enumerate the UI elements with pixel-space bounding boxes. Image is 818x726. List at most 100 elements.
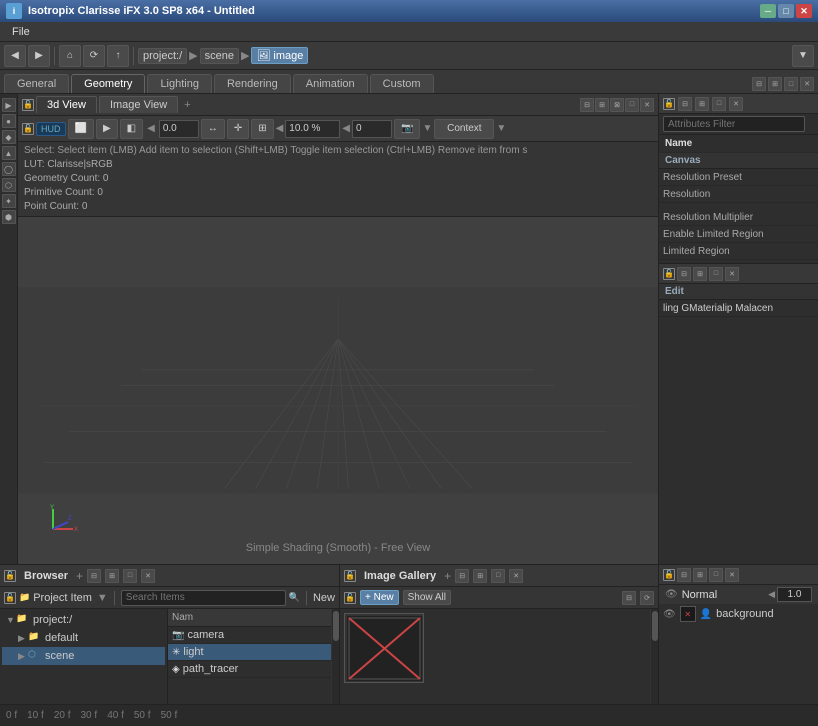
minimize-button[interactable]: ─: [760, 4, 776, 18]
panel-maximize[interactable]: □: [784, 77, 798, 91]
edit-icon-3[interactable]: □: [709, 267, 723, 281]
shading-btn[interactable]: ◧: [120, 119, 143, 139]
breadcrumb-project[interactable]: project:/: [138, 48, 187, 64]
search-input[interactable]: [121, 590, 286, 606]
attr-close[interactable]: ✕: [729, 97, 743, 111]
browser-maximize[interactable]: □: [123, 569, 137, 583]
cam-btn[interactable]: 📷: [394, 119, 420, 139]
nav-up-button[interactable]: ↑: [107, 45, 129, 67]
tab-lighting[interactable]: Lighting: [147, 74, 212, 93]
left-tool-6[interactable]: ⬡: [2, 178, 16, 192]
vp-split-3[interactable]: ⊠: [610, 98, 624, 112]
forward-button[interactable]: ▶: [28, 45, 50, 67]
rb-split-2[interactable]: ⊞: [693, 568, 707, 582]
breadcrumb-scene[interactable]: scene: [200, 48, 239, 64]
view-mode-btn[interactable]: ⬜: [68, 119, 94, 139]
attributes-filter[interactable]: [663, 116, 805, 132]
vp-split-2[interactable]: ⊞: [595, 98, 609, 112]
panel-split-h[interactable]: ⊟: [752, 77, 766, 91]
left-tool-5[interactable]: ◯: [2, 162, 16, 176]
gallery-toolbar-lock[interactable]: 🔓: [344, 592, 356, 604]
breadcrumb-image[interactable]: 🖼image: [251, 47, 308, 64]
tab-3d-view[interactable]: 3d View: [36, 96, 97, 113]
rb-split-1[interactable]: ⊟: [677, 568, 691, 582]
gallery-maximize[interactable]: □: [491, 569, 505, 583]
close-button[interactable]: ✕: [796, 4, 812, 18]
eye-icon[interactable]: 👁: [665, 589, 678, 600]
rb-close[interactable]: ✕: [725, 568, 739, 582]
3d-viewport[interactable]: X Y Z Simple Shading (Smooth) - Free Vie…: [18, 217, 658, 564]
left-tool-8[interactable]: ⬢: [2, 210, 16, 224]
tab-image-view[interactable]: Image View: [99, 96, 178, 113]
context-btn[interactable]: Context: [434, 119, 494, 139]
secondary-lock[interactable]: 🔓: [22, 123, 34, 135]
menu-file[interactable]: File: [4, 24, 38, 40]
attr-maximize[interactable]: □: [712, 97, 726, 111]
item-camera[interactable]: 📷 camera: [168, 627, 331, 644]
grid-btn[interactable]: ⊞: [251, 119, 273, 139]
viewport-add-tab[interactable]: +: [180, 99, 194, 111]
gallery-scroll-thumb[interactable]: [652, 611, 658, 641]
value2-input[interactable]: [285, 120, 340, 138]
vp-close[interactable]: ✕: [640, 98, 654, 112]
gallery-close[interactable]: ✕: [509, 569, 523, 583]
gallery-refresh[interactable]: ⟳: [640, 591, 654, 605]
normal-value-input[interactable]: [777, 587, 812, 602]
proj-dropdown-icon[interactable]: ▼: [97, 592, 108, 604]
tree-default[interactable]: ▶ 📁 default: [2, 629, 165, 647]
bg-eye-icon[interactable]: 👁: [663, 609, 676, 620]
attr-lock[interactable]: 🔓: [663, 98, 675, 110]
tree-project[interactable]: ▼ 📁 project:/: [2, 611, 165, 629]
panel-split-v[interactable]: ⊞: [768, 77, 782, 91]
tab-geometry[interactable]: Geometry: [71, 74, 145, 93]
dropdown-arrow[interactable]: ▼: [792, 45, 814, 67]
gallery-scrollbar[interactable]: [650, 609, 658, 704]
edit-icon-2[interactable]: ⊞: [693, 267, 707, 281]
browser-add[interactable]: +: [76, 569, 83, 583]
item-light[interactable]: ✳ light: [168, 644, 331, 661]
left-tool-7[interactable]: ✦: [2, 194, 16, 208]
left-tool-4[interactable]: ▲: [2, 146, 16, 160]
edit-icon-1[interactable]: ⊟: [677, 267, 691, 281]
attr-split-2[interactable]: ⊞: [695, 97, 709, 111]
back-button[interactable]: ◀: [4, 45, 26, 67]
rb-maximize[interactable]: □: [709, 568, 723, 582]
viewport-lock[interactable]: 🔓: [22, 99, 34, 111]
hud-badge[interactable]: HUD: [36, 122, 66, 136]
left-tool-2[interactable]: ●: [2, 114, 16, 128]
tab-animation[interactable]: Animation: [293, 74, 368, 93]
new-label[interactable]: New: [313, 592, 335, 604]
edit-lock[interactable]: 🔓: [663, 268, 675, 280]
gallery-add[interactable]: +: [444, 569, 451, 583]
value3-input[interactable]: [352, 120, 392, 138]
browser-scroll-thumb[interactable]: [333, 611, 339, 641]
gallery-split-2[interactable]: ⊞: [473, 569, 487, 583]
bg-row[interactable]: 👁 ✕ 👤 background: [659, 604, 818, 624]
gallery-lock[interactable]: 🔓: [344, 570, 356, 582]
proj-lock[interactable]: 🔓: [4, 592, 16, 604]
new-image-btn[interactable]: + New: [360, 590, 399, 605]
transform-btn[interactable]: ↔: [201, 119, 225, 139]
maximize-button[interactable]: □: [778, 4, 794, 18]
item-path-tracer[interactable]: ◈ path_tracer: [168, 661, 331, 678]
reload-button[interactable]: ⟳: [83, 45, 105, 67]
tab-custom[interactable]: Custom: [370, 74, 434, 93]
home-button[interactable]: ⌂: [59, 45, 81, 67]
vp-split-1[interactable]: ⊟: [580, 98, 594, 112]
tree-scene[interactable]: ▶ ⬡ scene: [2, 647, 165, 665]
gallery-item-1[interactable]: [344, 613, 424, 683]
snap-btn[interactable]: ✛: [227, 119, 249, 139]
value1-input[interactable]: [159, 120, 199, 138]
vp-split-4[interactable]: □: [625, 98, 639, 112]
tab-general[interactable]: General: [4, 74, 69, 93]
attr-split-1[interactable]: ⊟: [678, 97, 692, 111]
left-tool-3[interactable]: ◆: [2, 130, 16, 144]
render-mode-btn[interactable]: ▶: [96, 119, 118, 139]
show-all-btn[interactable]: Show All: [403, 590, 451, 605]
browser-split-2[interactable]: ⊞: [105, 569, 119, 583]
panel-close[interactable]: ✕: [800, 77, 814, 91]
gallery-split-1[interactable]: ⊟: [455, 569, 469, 583]
left-tool-1[interactable]: ▶: [2, 98, 16, 112]
edit-icon-4[interactable]: ✕: [725, 267, 739, 281]
browser-lock[interactable]: 🔓: [4, 570, 16, 582]
